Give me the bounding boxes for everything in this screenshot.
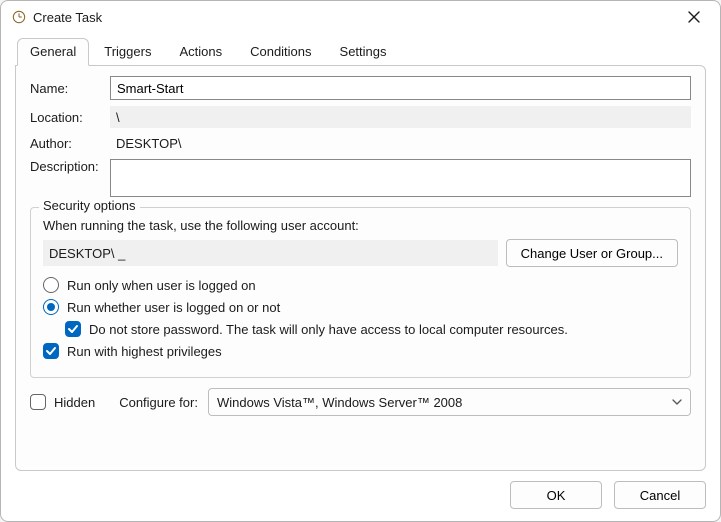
tab-settings[interactable]: Settings: [327, 38, 400, 66]
checkbox-icon: [43, 343, 59, 359]
author-value: DESKTOP\: [110, 134, 691, 153]
radio-icon: [43, 277, 59, 293]
radio-icon: [43, 299, 59, 315]
no-store-password-label: Do not store password. The task will onl…: [89, 322, 568, 337]
name-input[interactable]: [110, 76, 691, 100]
change-user-button[interactable]: Change User or Group...: [506, 239, 678, 267]
titlebar: Create Task: [1, 1, 720, 33]
run-logged-on-label: Run only when user is logged on: [67, 278, 256, 293]
window-title: Create Task: [33, 10, 102, 25]
create-task-dialog: Create Task General Triggers Actions Con…: [0, 0, 721, 522]
close-icon: [688, 11, 700, 23]
user-account-field: DESKTOP\ _: [43, 240, 498, 266]
configure-for-label: Configure for:: [119, 395, 198, 410]
name-label: Name:: [30, 81, 110, 96]
security-options-group: Security options When running the task, …: [30, 207, 691, 378]
description-input[interactable]: [110, 159, 691, 197]
tabstrip: General Triggers Actions Conditions Sett…: [15, 37, 706, 65]
ok-button[interactable]: OK: [510, 481, 602, 509]
cancel-button[interactable]: Cancel: [614, 481, 706, 509]
chevron-down-icon: [672, 395, 682, 410]
security-caption: When running the task, use the following…: [43, 218, 678, 233]
author-label: Author:: [30, 136, 110, 151]
run-whether-option[interactable]: Run whether user is logged on or not: [43, 299, 678, 315]
checkbox-icon: [30, 394, 46, 410]
run-whether-label: Run whether user is logged on or not: [67, 300, 280, 315]
clock-icon: [11, 9, 27, 25]
checkbox-icon: [65, 321, 81, 337]
hidden-option[interactable]: Hidden: [30, 394, 95, 410]
highest-privileges-label: Run with highest privileges: [67, 344, 222, 359]
tab-actions[interactable]: Actions: [166, 38, 235, 66]
configure-for-select[interactable]: Windows Vista™, Windows Server™ 2008: [208, 388, 691, 416]
location-label: Location:: [30, 110, 110, 125]
highest-privileges-option[interactable]: Run with highest privileges: [43, 343, 678, 359]
no-store-password-option[interactable]: Do not store password. The task will onl…: [65, 321, 678, 337]
run-logged-on-option[interactable]: Run only when user is logged on: [43, 277, 678, 293]
tabpanel-general: Name: Location: \ Author: DESKTOP\ Descr…: [15, 65, 706, 471]
tab-conditions[interactable]: Conditions: [237, 38, 324, 66]
tab-general[interactable]: General: [17, 38, 89, 66]
security-legend: Security options: [39, 198, 140, 213]
close-button[interactable]: [676, 3, 712, 31]
description-label: Description:: [30, 159, 110, 174]
hidden-label: Hidden: [54, 395, 95, 410]
configure-for-value: Windows Vista™, Windows Server™ 2008: [217, 395, 462, 410]
tab-triggers[interactable]: Triggers: [91, 38, 164, 66]
location-value: \: [110, 106, 691, 128]
dialog-buttons: OK Cancel: [15, 471, 706, 509]
